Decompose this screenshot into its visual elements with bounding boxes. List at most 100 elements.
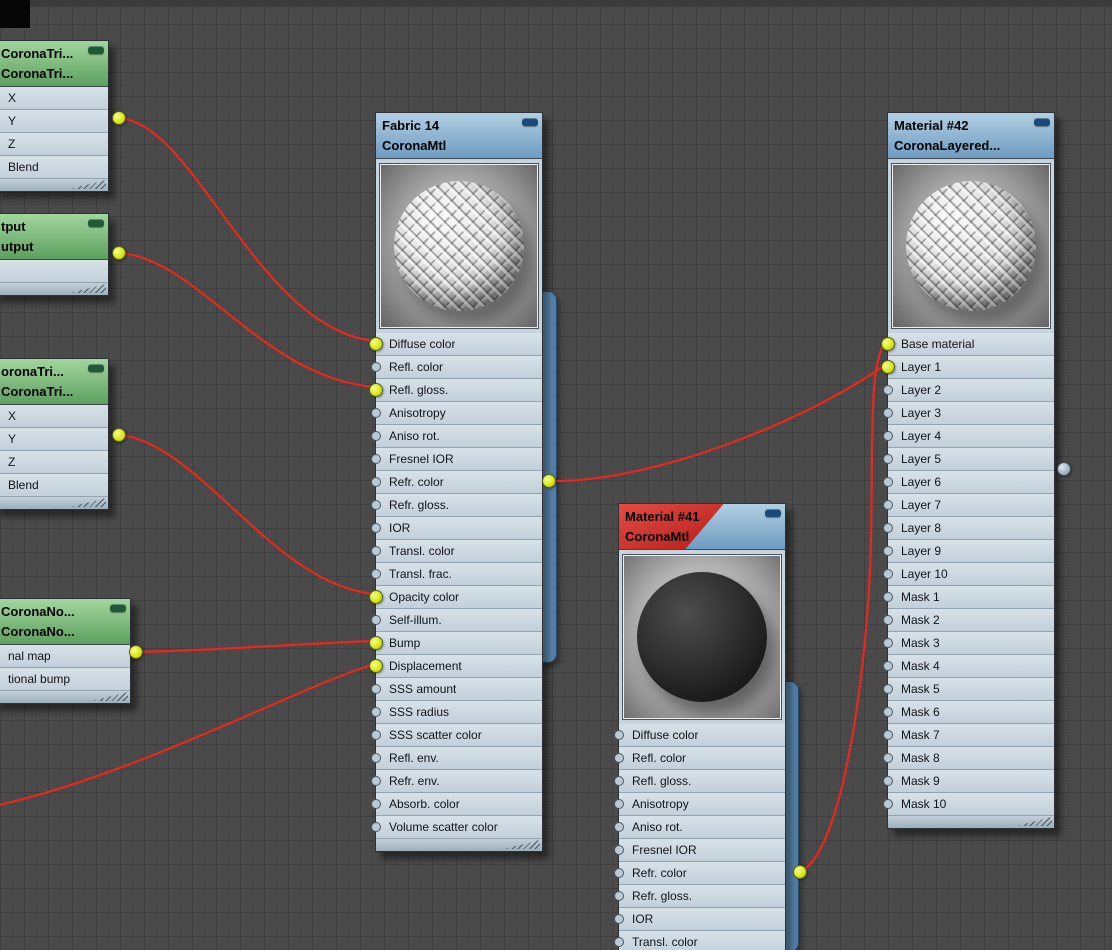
- node-header[interactable]: oronaTri... CoronaTri...: [0, 359, 108, 405]
- slot-row[interactable]: Refl. gloss.: [369, 379, 542, 402]
- resize-grip[interactable]: [376, 839, 542, 851]
- slot-row[interactable]: Refl. gloss.: [614, 770, 785, 793]
- slot-row[interactable]: Layer 10: [883, 563, 1054, 586]
- minimize-button[interactable]: [1034, 118, 1050, 126]
- node-corona-triplanar-top[interactable]: CoronaTri... CoronaTri... X Y Z Blend: [0, 40, 109, 192]
- material-preview[interactable]: [380, 164, 538, 328]
- material-preview[interactable]: [623, 555, 781, 719]
- resize-grip[interactable]: [888, 816, 1054, 828]
- slot-row[interactable]: Layer 4: [883, 425, 1054, 448]
- minimize-button[interactable]: [88, 219, 104, 227]
- slot-row[interactable]: X: [0, 87, 108, 110]
- slot-row[interactable]: Refr. gloss.: [614, 885, 785, 908]
- slot-row[interactable]: Y: [0, 110, 108, 133]
- resize-grip[interactable]: [0, 691, 130, 703]
- slot-row[interactable]: Absorb. color: [371, 793, 542, 816]
- slot-row[interactable]: Layer 6: [883, 471, 1054, 494]
- node-header[interactable]: Material #42 CoronaLayered...: [888, 113, 1054, 159]
- node-corona-normal[interactable]: CoronaNo... CoronaNo... nal map tional bu…: [0, 598, 131, 704]
- resize-grip[interactable]: [0, 179, 108, 191]
- slot-row[interactable]: Anisotropy: [371, 402, 542, 425]
- node-header[interactable]: CoronaNo... CoronaNo...: [0, 599, 130, 645]
- slot-row[interactable]: Mask 3: [883, 632, 1054, 655]
- slot-row[interactable]: Z: [0, 133, 108, 156]
- output-connector-triplanar-middle[interactable]: [112, 428, 126, 442]
- node-corona-output[interactable]: tput utput: [0, 213, 109, 296]
- node-header[interactable]: Material #41 CoronaMtl: [619, 504, 785, 550]
- slot-row[interactable]: SSS radius: [371, 701, 542, 724]
- minimize-button[interactable]: [88, 46, 104, 54]
- slot-row[interactable]: Aniso rot.: [371, 425, 542, 448]
- slot-row[interactable]: Z: [0, 451, 108, 474]
- node-editor-canvas[interactable]: CoronaTri... CoronaTri... X Y Z Blend tput …: [0, 0, 1112, 950]
- slot-row[interactable]: Fresnel IOR: [371, 448, 542, 471]
- wire-mat41-to-base-material[interactable]: [799, 340, 887, 873]
- slot-row[interactable]: Layer 2: [883, 379, 1054, 402]
- slot-row[interactable]: Mask 6: [883, 701, 1054, 724]
- slot-row[interactable]: Blend: [0, 156, 108, 179]
- slot-row[interactable]: Layer 8: [883, 517, 1054, 540]
- slot-row[interactable]: Refr. color: [371, 471, 542, 494]
- slot-row[interactable]: Mask 4: [883, 655, 1054, 678]
- slot-row[interactable]: nal map: [0, 645, 130, 668]
- slot-row[interactable]: X: [0, 405, 108, 428]
- wire-output-to-refl-gloss[interactable]: [118, 251, 376, 389]
- slot-row[interactable]: Base material: [881, 333, 1054, 356]
- node-material-41-coronamtl[interactable]: Material #41 CoronaMtl Diffuse color Refl…: [614, 503, 786, 950]
- wire-triplanar-to-diffuse[interactable]: [118, 116, 376, 343]
- slot-row[interactable]: Y: [0, 428, 108, 451]
- slot-row[interactable]: Mask 10: [883, 793, 1054, 816]
- output-connector-fabric[interactable]: [542, 474, 556, 488]
- slot-row[interactable]: SSS amount: [371, 678, 542, 701]
- slot-row[interactable]: tional bump: [0, 668, 130, 691]
- wire-fabric-to-layer1[interactable]: [548, 363, 887, 483]
- output-connector-material-41[interactable]: [793, 865, 807, 879]
- node-header[interactable]: CoronaTri... CoronaTri...: [0, 41, 108, 87]
- slot-row[interactable]: Refl. env.: [371, 747, 542, 770]
- slot-row[interactable]: Volume scatter color: [371, 816, 542, 839]
- minimize-button[interactable]: [110, 604, 126, 612]
- slot-row[interactable]: Self-illum.: [371, 609, 542, 632]
- slot-row[interactable]: Refl. color: [371, 356, 542, 379]
- slot-row[interactable]: Diffuse color: [369, 333, 542, 356]
- slot-row[interactable]: Mask 5: [883, 678, 1054, 701]
- slot-row[interactable]: Refr. env.: [371, 770, 542, 793]
- slot-row[interactable]: Layer 1: [881, 356, 1054, 379]
- node-header[interactable]: tput utput: [0, 214, 108, 260]
- output-connector-triplanar-top[interactable]: [112, 111, 126, 125]
- wire-triplanar-to-opacity[interactable]: [118, 433, 376, 596]
- slot-row[interactable]: Transl. color: [614, 931, 785, 950]
- slot-row[interactable]: Anisotropy: [614, 793, 785, 816]
- slot-row[interactable]: [0, 260, 108, 283]
- minimize-button[interactable]: [522, 118, 538, 126]
- wire-normal-to-bump[interactable]: [135, 639, 376, 654]
- slot-row[interactable]: Opacity color: [369, 586, 542, 609]
- output-connector-normal-node[interactable]: [129, 645, 143, 659]
- node-material-42-coronalayered[interactable]: Material #42 CoronaLayered... Base mater…: [881, 112, 1055, 829]
- slot-row[interactable]: Mask 8: [883, 747, 1054, 770]
- resize-grip[interactable]: [0, 497, 108, 509]
- minimize-button[interactable]: [765, 509, 781, 517]
- slot-row[interactable]: Refr. gloss.: [371, 494, 542, 517]
- slot-row[interactable]: Diffuse color: [614, 724, 785, 747]
- resize-grip[interactable]: [0, 283, 108, 295]
- slot-row[interactable]: Mask 1: [883, 586, 1054, 609]
- slot-row[interactable]: IOR: [614, 908, 785, 931]
- slot-row[interactable]: Mask 2: [883, 609, 1054, 632]
- slot-row[interactable]: Transl. frac.: [371, 563, 542, 586]
- slot-row[interactable]: Layer 5: [883, 448, 1054, 471]
- slot-row[interactable]: Mask 9: [883, 770, 1054, 793]
- slot-row[interactable]: Layer 3: [883, 402, 1054, 425]
- slot-row[interactable]: Displacement: [369, 655, 542, 678]
- slot-row[interactable]: Aniso rot.: [614, 816, 785, 839]
- minimize-button[interactable]: [88, 364, 104, 372]
- node-header[interactable]: Fabric 14 CoronaMtl: [376, 113, 542, 159]
- material-preview[interactable]: [892, 164, 1050, 328]
- slot-row[interactable]: Blend: [0, 474, 108, 497]
- slot-row[interactable]: Transl. color: [371, 540, 542, 563]
- slot-row[interactable]: Layer 7: [883, 494, 1054, 517]
- slot-row[interactable]: Fresnel IOR: [614, 839, 785, 862]
- slot-row[interactable]: Layer 9: [883, 540, 1054, 563]
- output-connector-material-42[interactable]: [1057, 462, 1071, 476]
- slot-row[interactable]: IOR: [371, 517, 542, 540]
